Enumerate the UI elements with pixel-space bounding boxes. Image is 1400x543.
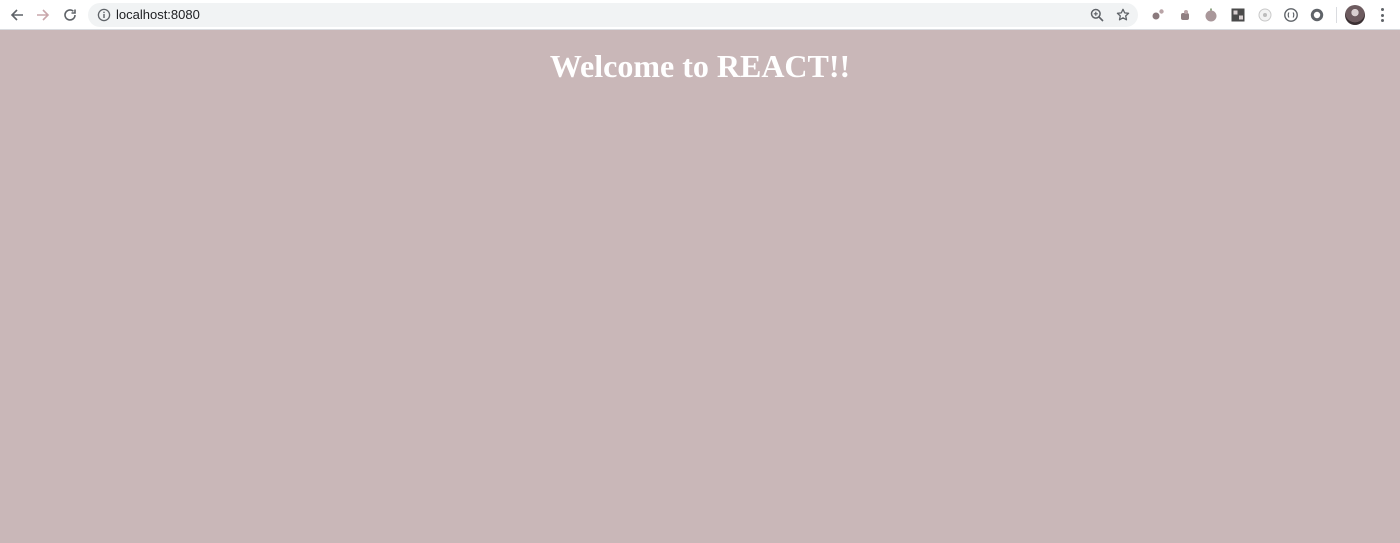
page-content: Welcome to REACT!!: [0, 30, 1400, 543]
reload-button[interactable]: [59, 4, 81, 26]
zoom-button[interactable]: [1089, 7, 1105, 23]
url-text: localhost:8080: [116, 7, 200, 22]
arrow-left-icon: [10, 9, 23, 21]
extension-icon-5[interactable]: [1256, 6, 1273, 23]
browser-toolbar: localhost:8080: [0, 0, 1400, 30]
toolbar-divider: [1336, 7, 1337, 23]
extension-icon-3[interactable]: [1202, 6, 1219, 23]
extension-icon-7[interactable]: [1308, 6, 1325, 23]
forward-button[interactable]: [32, 4, 54, 26]
star-icon: [1116, 8, 1130, 21]
back-button[interactable]: [6, 4, 28, 26]
bookmark-button[interactable]: [1115, 7, 1131, 23]
extension-icon-4[interactable]: [1229, 6, 1246, 23]
zoom-icon: [1090, 8, 1104, 22]
extension-icon-1[interactable]: [1149, 6, 1166, 23]
kebab-menu-icon[interactable]: [1372, 5, 1392, 25]
page-heading: Welcome to REACT!!: [549, 48, 851, 84]
arrow-right-icon: [37, 9, 50, 21]
extension-icon-6[interactable]: [1282, 6, 1299, 23]
reload-icon: [64, 9, 76, 21]
extension-icon-2[interactable]: [1176, 6, 1193, 23]
address-bar[interactable]: localhost:8080: [88, 3, 1138, 27]
profile-avatar[interactable]: [1345, 5, 1365, 25]
info-icon[interactable]: [97, 8, 111, 22]
